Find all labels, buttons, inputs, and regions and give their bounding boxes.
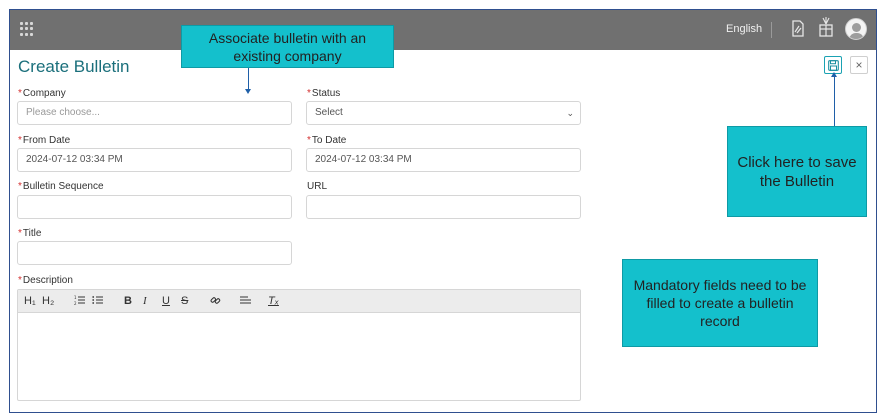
close-icon: × [855,58,863,72]
bullet-list-button[interactable] [92,295,103,308]
svg-text:2: 2 [74,301,77,305]
callout-mandatory: Mandatory fields need to be filled to cr… [622,259,818,347]
callout-company-arrowhead [245,89,251,94]
strike-button[interactable]: S [181,295,188,307]
apps-grid-icon[interactable] [20,22,34,36]
callout-company: Associate bulletin with an existing comp… [181,25,394,68]
italic-button[interactable]: I [143,295,147,307]
editor-toolbar: H₁ H₂ 12 B I U S Tₓ [18,290,580,313]
heading1-button[interactable]: H₁ [24,295,36,307]
to-date-input[interactable]: 2024-07-12 03:34 PM [306,148,581,172]
top-bar: English [10,10,876,50]
callout-company-arrow [248,68,249,90]
url-label: URL [307,181,328,192]
from-date-input[interactable]: 2024-07-12 03:34 PM [17,148,292,172]
app-window: English Create Bulletin × *Company Pleas… [9,9,877,413]
svg-text:1: 1 [74,295,77,300]
company-label: *Company [18,88,66,99]
callout-save-arrow [834,76,835,126]
document-icon[interactable] [791,20,805,38]
callout-save: Click here to save the Bulletin [727,126,867,217]
clear-format-button[interactable]: Tₓ [268,295,279,307]
to-date-label: *To Date [307,135,347,146]
top-bar-divider [771,22,772,38]
underline-button[interactable]: U [162,295,170,307]
page-title: Create Bulletin [18,57,130,76]
gift-icon[interactable] [818,16,834,38]
company-select[interactable]: Please choose... [17,101,292,125]
heading2-button[interactable]: H₂ [42,295,54,307]
title-input[interactable] [17,241,292,265]
callout-save-arrowhead [831,72,837,77]
save-icon [827,59,839,71]
from-date-label: *From Date [18,135,71,146]
title-label: *Title [18,228,42,239]
url-input[interactable] [306,195,581,219]
bold-button[interactable]: B [124,295,132,307]
link-icon [210,297,221,304]
bulletin-sequence-input[interactable] [17,195,292,219]
status-value: Select [315,107,343,118]
status-label: *Status [307,88,341,99]
align-button[interactable] [240,295,251,308]
chevron-down-icon: ⌄ [566,108,574,118]
status-select[interactable]: Select ⌄ [306,101,581,125]
bulletin-sequence-label: *Bulletin Sequence [18,181,104,192]
bullet-list-icon [92,296,103,304]
language-selector[interactable]: English [726,23,762,35]
align-icon [240,296,251,304]
ordered-list-icon: 12 [74,295,85,306]
user-avatar-icon[interactable] [845,18,867,40]
description-label: *Description [18,275,73,286]
close-button[interactable]: × [850,56,868,74]
description-editor[interactable]: H₁ H₂ 12 B I U S Tₓ [17,289,581,401]
ordered-list-button[interactable]: 12 [74,295,85,308]
link-button[interactable] [210,295,221,309]
